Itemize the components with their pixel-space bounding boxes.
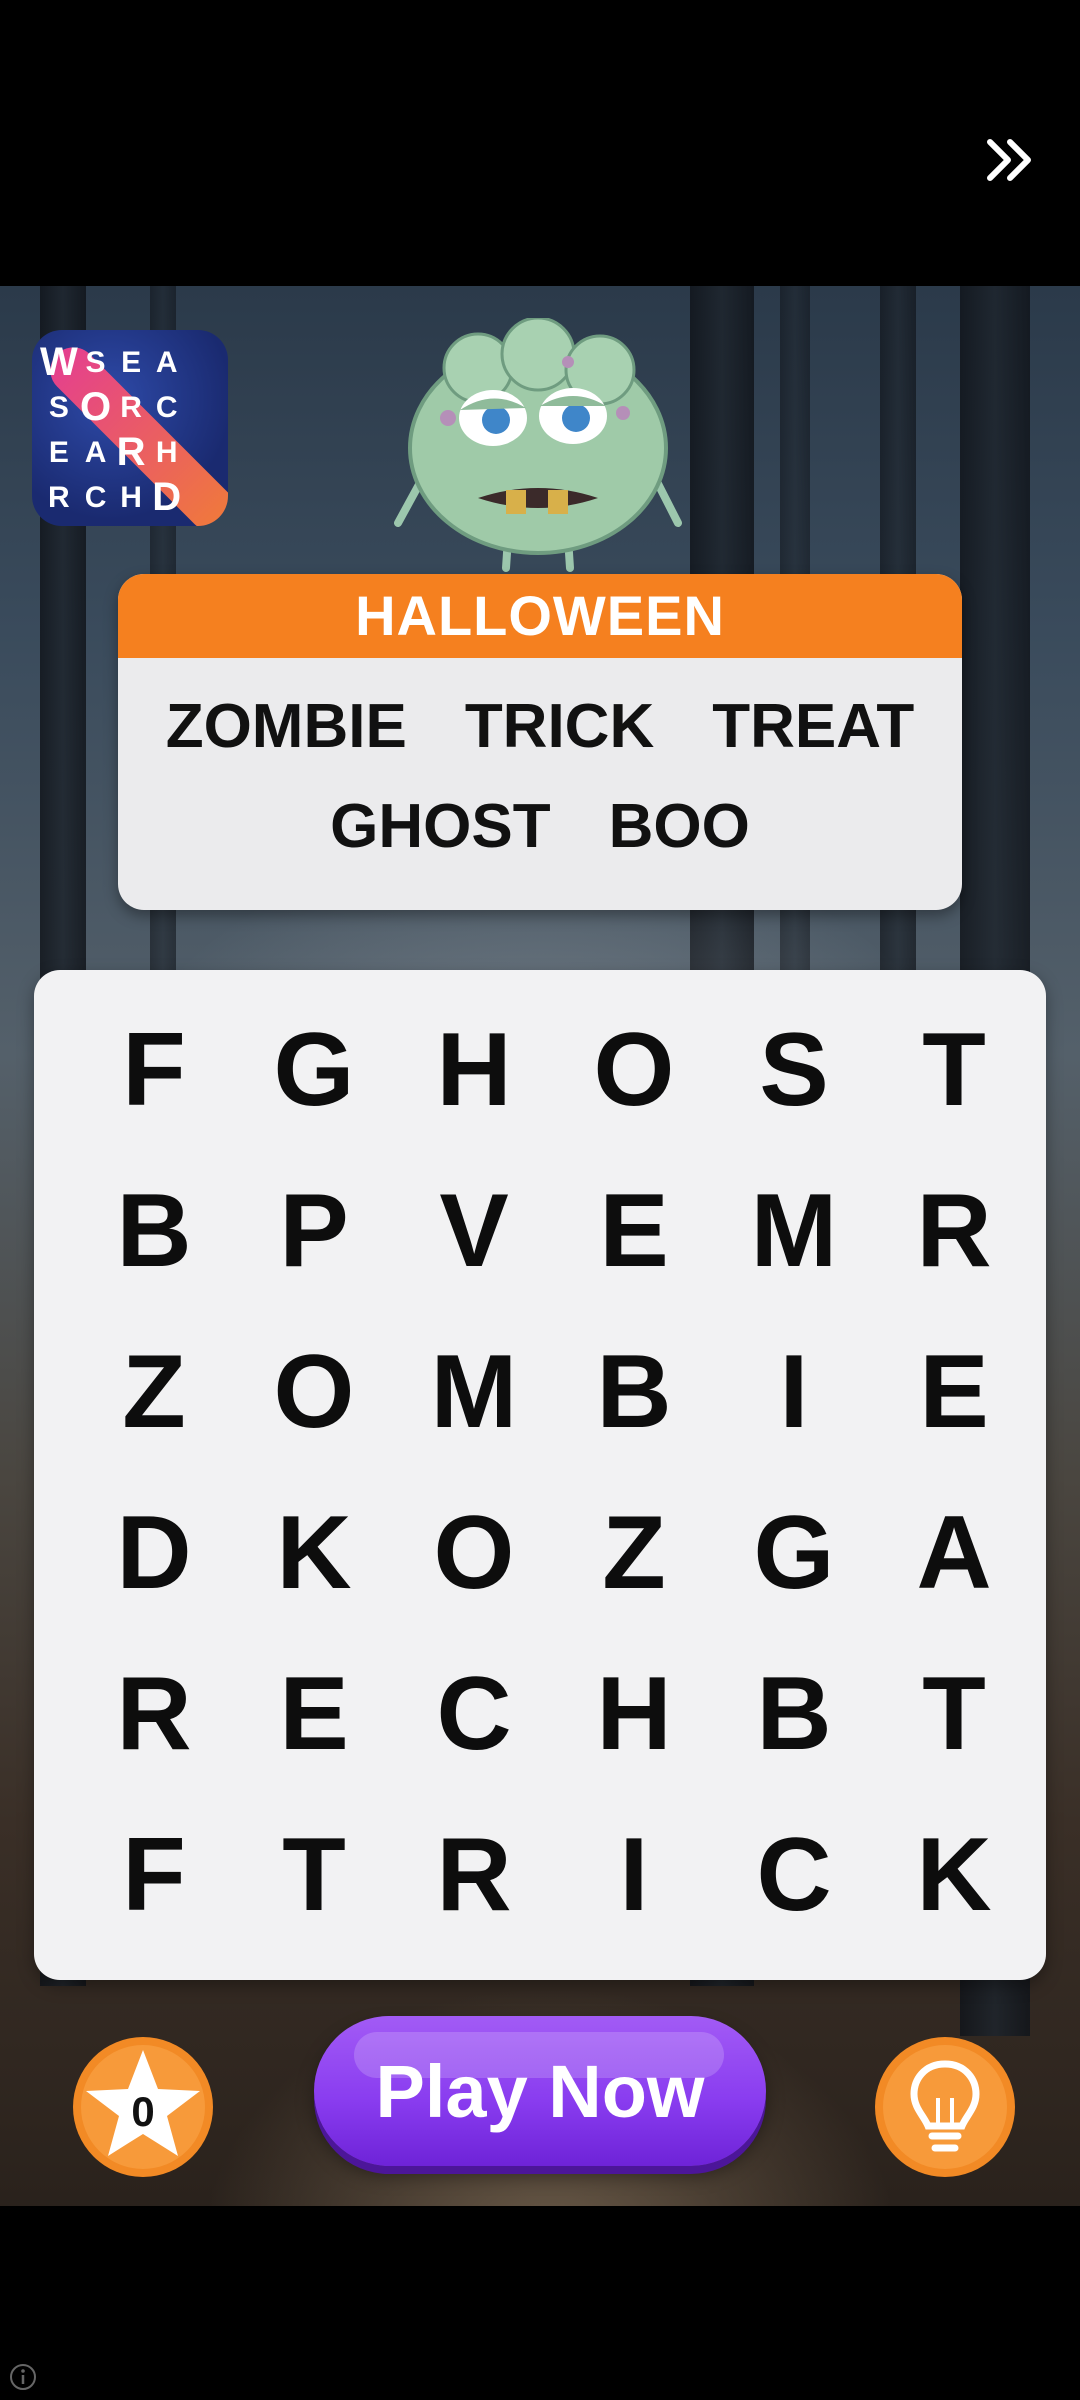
skip-icon[interactable] — [980, 130, 1040, 190]
bottom-bar — [0, 2206, 1080, 2400]
star-button[interactable]: 0 — [70, 2034, 216, 2180]
grid-letter-cell[interactable]: V — [394, 1151, 554, 1312]
grid-letter-cell[interactable]: O — [394, 1473, 554, 1634]
play-now-label: Play Now — [375, 2049, 705, 2133]
grid-letter-cell[interactable]: Z — [74, 1312, 234, 1473]
logo-letter: R — [120, 391, 142, 424]
letter-grid-panel: FGHOSTBPVEMRZOMBIEDKOZGARECHBTFTRICK — [34, 970, 1046, 1980]
grid-letter-cell[interactable]: E — [874, 1312, 1034, 1473]
target-word: GHOST — [330, 791, 551, 861]
logo-letter: H — [120, 481, 142, 514]
grid-letter-cell[interactable]: B — [714, 1634, 874, 1795]
word-search-logo: WSEASORCEARHRCHD — [32, 330, 228, 526]
grid-letter-cell[interactable]: T — [874, 990, 1034, 1151]
word-list: ZOMBIE TRICK TREAT GHOST BOO — [118, 658, 962, 876]
logo-letter: H — [155, 436, 178, 469]
logo-letter: C — [155, 391, 178, 424]
target-word: TREAT — [712, 691, 915, 761]
hint-button[interactable] — [872, 2034, 1018, 2180]
logo-letter — [184, 430, 220, 475]
grid-letter-cell[interactable]: E — [554, 1151, 714, 1312]
grid-letter-cell[interactable]: S — [714, 990, 874, 1151]
theme-card: HALLOWEEN ZOMBIE TRICK TREAT GHOST BOO — [118, 574, 962, 910]
logo-letter: A — [155, 346, 178, 379]
logo-letter: E — [48, 436, 69, 469]
logo-letter: W — [40, 340, 78, 384]
grid-letter-cell[interactable]: I — [714, 1312, 874, 1473]
grid-letter-cell[interactable]: A — [874, 1473, 1034, 1634]
logo-letter: S — [48, 391, 69, 424]
logo-letter: C — [84, 481, 107, 514]
grid-letter-cell[interactable]: C — [714, 1795, 874, 1956]
grid-letter-cell[interactable]: H — [394, 990, 554, 1151]
grid-letter-cell[interactable]: K — [234, 1473, 394, 1634]
logo-letter: R — [48, 481, 70, 514]
grid-letter-cell[interactable]: R — [74, 1634, 234, 1795]
star-count: 0 — [131, 2088, 155, 2135]
grid-letter-cell[interactable]: R — [874, 1151, 1034, 1312]
grid-letter-cell[interactable]: R — [394, 1795, 554, 1956]
grid-letter-cell[interactable]: H — [554, 1634, 714, 1795]
target-word: TRICK — [464, 691, 655, 761]
info-icon[interactable] — [8, 2362, 38, 2392]
logo-letter: D — [152, 475, 182, 519]
grid-letter-cell[interactable]: F — [74, 990, 234, 1151]
grid-letter-cell[interactable]: F — [74, 1795, 234, 1956]
grid-letter-cell[interactable]: T — [234, 1795, 394, 1956]
logo-letter — [184, 475, 220, 520]
logo-letter: O — [79, 385, 112, 429]
grid-letter-cell[interactable]: M — [714, 1151, 874, 1312]
grid-letter-cell[interactable]: E — [234, 1634, 394, 1795]
grid-letter-cell[interactable]: B — [74, 1151, 234, 1312]
grid-letter-cell[interactable]: I — [554, 1795, 714, 1956]
target-word: BOO — [608, 791, 750, 861]
theme-title: HALLOWEEN — [118, 574, 962, 658]
top-bar — [0, 0, 1080, 286]
grid-letter-cell[interactable]: G — [234, 990, 394, 1151]
grid-letter-cell[interactable]: C — [394, 1634, 554, 1795]
zombie-brain-mascot-icon — [394, 318, 682, 572]
logo-letter: R — [116, 430, 146, 474]
grid-letter-cell[interactable]: O — [234, 1312, 394, 1473]
target-word: ZOMBIE — [165, 691, 407, 761]
grid-letter-cell[interactable]: B — [554, 1312, 714, 1473]
logo-letter: A — [84, 436, 107, 469]
letter-grid[interactable]: FGHOSTBPVEMRZOMBIEDKOZGARECHBTFTRICK — [74, 990, 1034, 1950]
grid-letter-cell[interactable]: K — [874, 1795, 1034, 1956]
logo-letter — [184, 385, 220, 430]
lightbulb-icon — [875, 2037, 1015, 2177]
grid-letter-cell[interactable]: Z — [554, 1473, 714, 1634]
grid-letter-cell[interactable]: O — [554, 990, 714, 1151]
logo-letter: E — [121, 346, 142, 379]
grid-letter-cell[interactable]: D — [74, 1473, 234, 1634]
play-now-button[interactable]: Play Now — [314, 2016, 766, 2166]
grid-letter-cell[interactable]: M — [394, 1312, 554, 1473]
logo-letter — [184, 340, 220, 385]
logo-letter: S — [85, 346, 106, 379]
grid-letter-cell[interactable]: G — [714, 1473, 874, 1634]
grid-letter-cell[interactable]: P — [234, 1151, 394, 1312]
grid-letter-cell[interactable]: T — [874, 1634, 1034, 1795]
